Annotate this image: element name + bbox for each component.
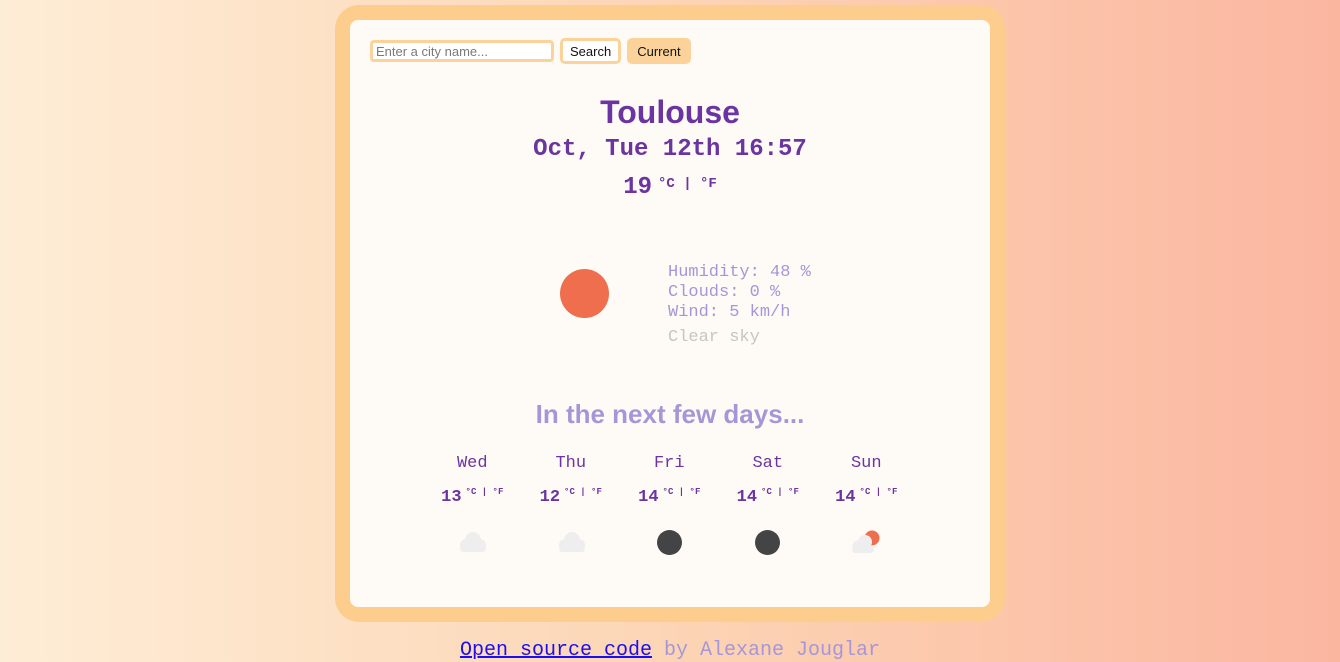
sun-cloud-icon xyxy=(817,528,916,556)
humidity: Humidity: 48 % xyxy=(668,263,811,282)
forecast-temp-value: 13 xyxy=(441,488,462,507)
author-credit: by Alexane Jouglar xyxy=(651,639,881,662)
forecast-day: Fri 14 °C | °F xyxy=(620,454,719,556)
forecast-temperature: 14 °C | °F xyxy=(817,487,916,508)
cloud-icon xyxy=(522,528,621,556)
forecast-day: Thu 12 °C | °F xyxy=(522,454,621,556)
moon-icon xyxy=(719,528,818,556)
forecast-temp-value: 14 xyxy=(736,488,758,507)
forecast-day-name: Sat xyxy=(752,454,784,473)
weather-card: Search Current Toulouse Oct, Tue 12th 16… xyxy=(350,20,990,607)
forecast-units: °C | °F xyxy=(859,487,898,497)
current-temperature: 19 °C | °F xyxy=(350,174,990,201)
forecast-temperature: 14 °C | °F xyxy=(620,487,719,508)
app-frame: Search Current Toulouse Oct, Tue 12th 16… xyxy=(335,5,1005,622)
forecast-day-name: Fri xyxy=(653,454,685,473)
forecast-temp-value: 12 xyxy=(539,488,561,507)
moon-icon xyxy=(620,528,719,556)
forecast-temperature: 13 °C | °F xyxy=(423,487,522,508)
city-name: Toulouse xyxy=(600,94,740,130)
forecast-units: °C | °F xyxy=(564,487,602,497)
forecast-units: °C | °F xyxy=(761,487,799,497)
forecast-title: In the next few days... xyxy=(535,399,805,429)
temperature-value: 19 xyxy=(623,174,652,201)
forecast-temp-value: 14 xyxy=(638,488,659,507)
forecast-temperature: 14 °C | °F xyxy=(719,487,818,508)
wind: Wind: 5 km/h xyxy=(668,303,791,322)
forecast-day-name: Wed xyxy=(456,454,488,473)
forecast-temp-value: 14 xyxy=(835,488,856,507)
clouds: Clouds: 0 % xyxy=(668,283,781,302)
footer: Open source code by Alexane Jouglar xyxy=(0,639,1340,662)
current-location-button[interactable]: Current xyxy=(627,38,691,64)
forecast-day-name: Sun xyxy=(850,454,882,473)
search-button[interactable]: Search xyxy=(560,38,622,64)
forecast-day-name: Thu xyxy=(555,454,587,473)
forecast-units: °C | °F xyxy=(465,487,504,497)
forecast-day: Sun 14 °C | °F xyxy=(817,454,916,556)
city-search-input[interactable] xyxy=(370,40,554,62)
weather-description: Clear sky xyxy=(668,328,760,347)
sun-icon xyxy=(560,269,609,318)
open-source-link[interactable]: Open source code xyxy=(460,639,652,662)
weather-details: Humidity: 48 % Clouds: 0 % Wind: 5 km/h … xyxy=(668,263,811,348)
unit-toggle[interactable]: °C | °F xyxy=(658,176,717,192)
cloud-icon xyxy=(423,528,522,556)
forecast-temperature: 12 °C | °F xyxy=(522,487,621,508)
date-time: Oct, Tue 12th 16:57 xyxy=(533,136,807,163)
search-form: Search Current xyxy=(370,38,691,64)
forecast-list: Wed 13 °C | °F Thu 12 °C | °F Fri 14 °C | °… xyxy=(423,454,916,556)
forecast-day: Sat 14 °C | °F xyxy=(719,454,818,556)
forecast-units: °C | °F xyxy=(662,487,701,497)
forecast-day: Wed 13 °C | °F xyxy=(423,454,522,556)
